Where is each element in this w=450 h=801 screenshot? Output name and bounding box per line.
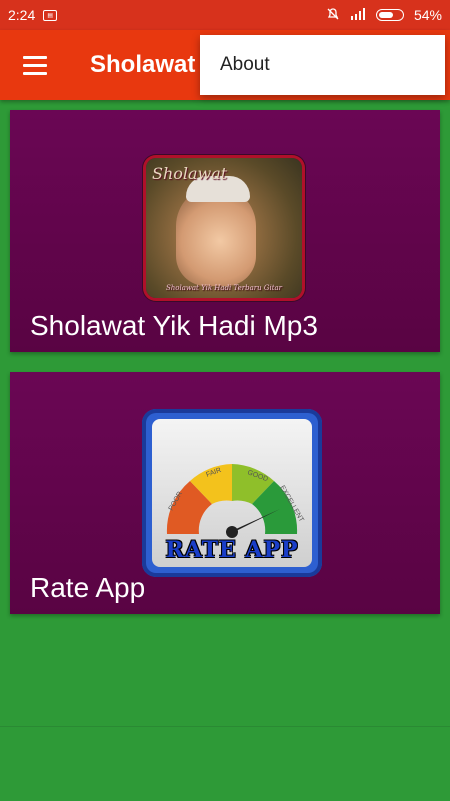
card-label: Rate App: [30, 572, 146, 603]
rate-app-gauge-icon: POOR FAIR GOOD EXCELLENT RATE APP: [142, 409, 322, 577]
thumbnail-title: Sholawat: [152, 164, 228, 183]
card-rate-app[interactable]: POOR FAIR GOOD EXCELLENT RATE APP Rate A…: [10, 372, 440, 614]
thumbnail-caption: Sholawat Yik Hadi Terbaru Gitar: [165, 284, 283, 292]
hamburger-menu-icon[interactable]: [0, 30, 70, 100]
battery-percent: 54%: [413, 7, 442, 23]
sholawat-thumbnail-image: Sholawat Sholawat Yik Hadi Terbaru Gitar: [146, 158, 302, 298]
overflow-menu: About: [200, 35, 445, 95]
card-label: Sholawat Yik Hadi Mp3: [30, 310, 318, 341]
sim-card-icon: ▤: [43, 9, 58, 21]
app-title: Sholawat: [90, 51, 196, 78]
signal-icon: [350, 7, 366, 23]
rate-app-image-text: RATE APP: [165, 537, 299, 563]
bottom-area: [0, 726, 450, 801]
status-bar: 2:24 ▤ 54%: [0, 0, 450, 30]
status-time: 2:24: [8, 7, 36, 23]
battery-icon: [375, 9, 404, 21]
menu-item-about[interactable]: About: [200, 54, 445, 76]
notification-off-icon: [326, 7, 340, 24]
card-sholawat-mp3[interactable]: Sholawat Sholawat Yik Hadi Terbaru Gitar…: [10, 110, 440, 352]
